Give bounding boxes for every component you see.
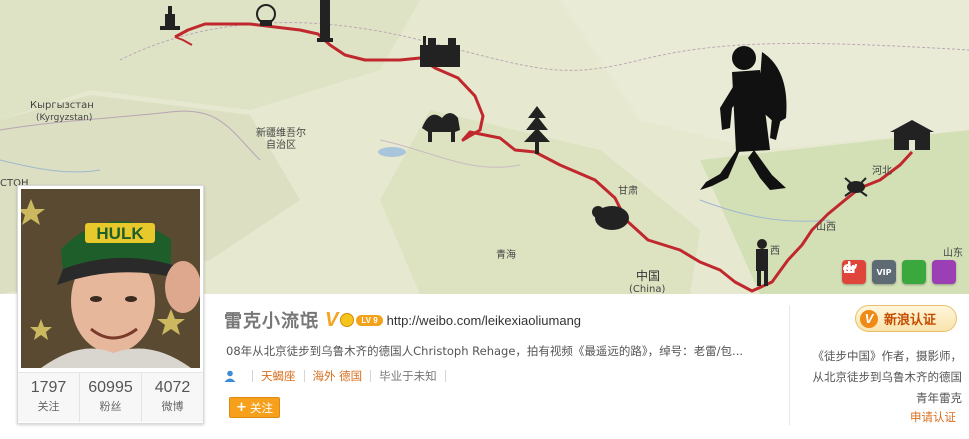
stat-following-count: 1797 (30, 379, 67, 396)
tag-separator (370, 370, 372, 382)
divider (789, 305, 790, 425)
map-label-china-en: (China) (629, 284, 666, 294)
apply-verification-link[interactable]: 申请认证 (910, 409, 956, 425)
map-label-china: 中国 (636, 269, 661, 283)
homepage-link[interactable]: http://weibo.com/leikexiaoliumang (387, 313, 581, 328)
verification-description: 《徒步中国》作者，摄影师，从北京徒步到乌鲁木齐的德国青年雷克 (812, 349, 963, 405)
map-label-kyrgyzstan-en: (Kyrgyzstan) (36, 113, 93, 123)
map-label-gansu: 甘肃 (618, 186, 638, 197)
plus-icon: + (236, 400, 247, 415)
profile-name: 雷克小流氓 (224, 311, 319, 332)
map-label-qinghai: 青海 (496, 250, 516, 261)
follow-button[interactable]: + 关注 (229, 397, 280, 418)
stat-followers-count: 60995 (88, 379, 133, 396)
link-icon[interactable] (843, 260, 926, 284)
avatar[interactable]: HULK (21, 189, 200, 368)
map-label-shanxi: 山西 (816, 222, 836, 233)
sina-verified-badge[interactable]: V 新浪认证 (855, 305, 957, 332)
map-label-shaanxi: 西 (770, 246, 780, 257)
profile-tags: 天蝎座 海外 德国 毕业于未知 (224, 367, 454, 385)
stats-bar: 1797 关注 60995 粉丝 4072 微博 (18, 372, 203, 422)
tag-constellation[interactable]: 天蝎座 (261, 368, 296, 384)
svg-text:HULK: HULK (96, 224, 144, 243)
avatar-card: HULK 1797 关注 60995 粉丝 4072 微博 (17, 185, 204, 424)
crown-icon[interactable] (340, 313, 355, 327)
stat-posts-label: 微博 (161, 400, 184, 413)
tag-location[interactable]: 海外 德国 (313, 368, 363, 384)
follow-button-label: 关注 (249, 400, 273, 415)
stat-followers[interactable]: 60995 粉丝 (80, 373, 142, 422)
profile-intro: 08年从北京徒步到乌鲁木齐的德国人Christoph Rehage，拍有视频《最… (226, 344, 744, 358)
level-badge[interactable]: LV 9 (356, 314, 383, 326)
stat-followers-label: 粉丝 (99, 400, 122, 413)
chart-icon[interactable] (844, 260, 956, 284)
stat-posts[interactable]: 4072 微博 (142, 373, 203, 422)
map-label-kyrgyzstan: Кыргызстан (30, 100, 94, 111)
map-label-shandong: 山东 (943, 248, 963, 259)
tag-separator (252, 370, 253, 382)
tag-school: 毕业于未知 (379, 369, 437, 383)
stat-following-label: 关注 (37, 400, 60, 413)
stat-posts-count: 4072 (154, 379, 191, 396)
verified-v-icon[interactable]: V (325, 310, 338, 330)
profile-name-row: 雷克小流氓 V LV 9 http://weibo.com/leikexiaol… (224, 306, 581, 334)
verified-v-icon: V (860, 309, 878, 328)
map-label-xinjiang: 新疆维吾尔 自治区 (256, 128, 306, 151)
cover-action-icons: VIP (842, 260, 956, 284)
verified-badge-label: 新浪认证 (884, 313, 937, 328)
map-label-hebei: 河北 (872, 166, 892, 177)
vip-icon[interactable]: VIP (872, 260, 896, 284)
stat-following[interactable]: 1797 关注 (18, 373, 80, 422)
person-icon (224, 370, 236, 382)
tag-separator (444, 370, 446, 382)
tag-separator (303, 370, 305, 382)
